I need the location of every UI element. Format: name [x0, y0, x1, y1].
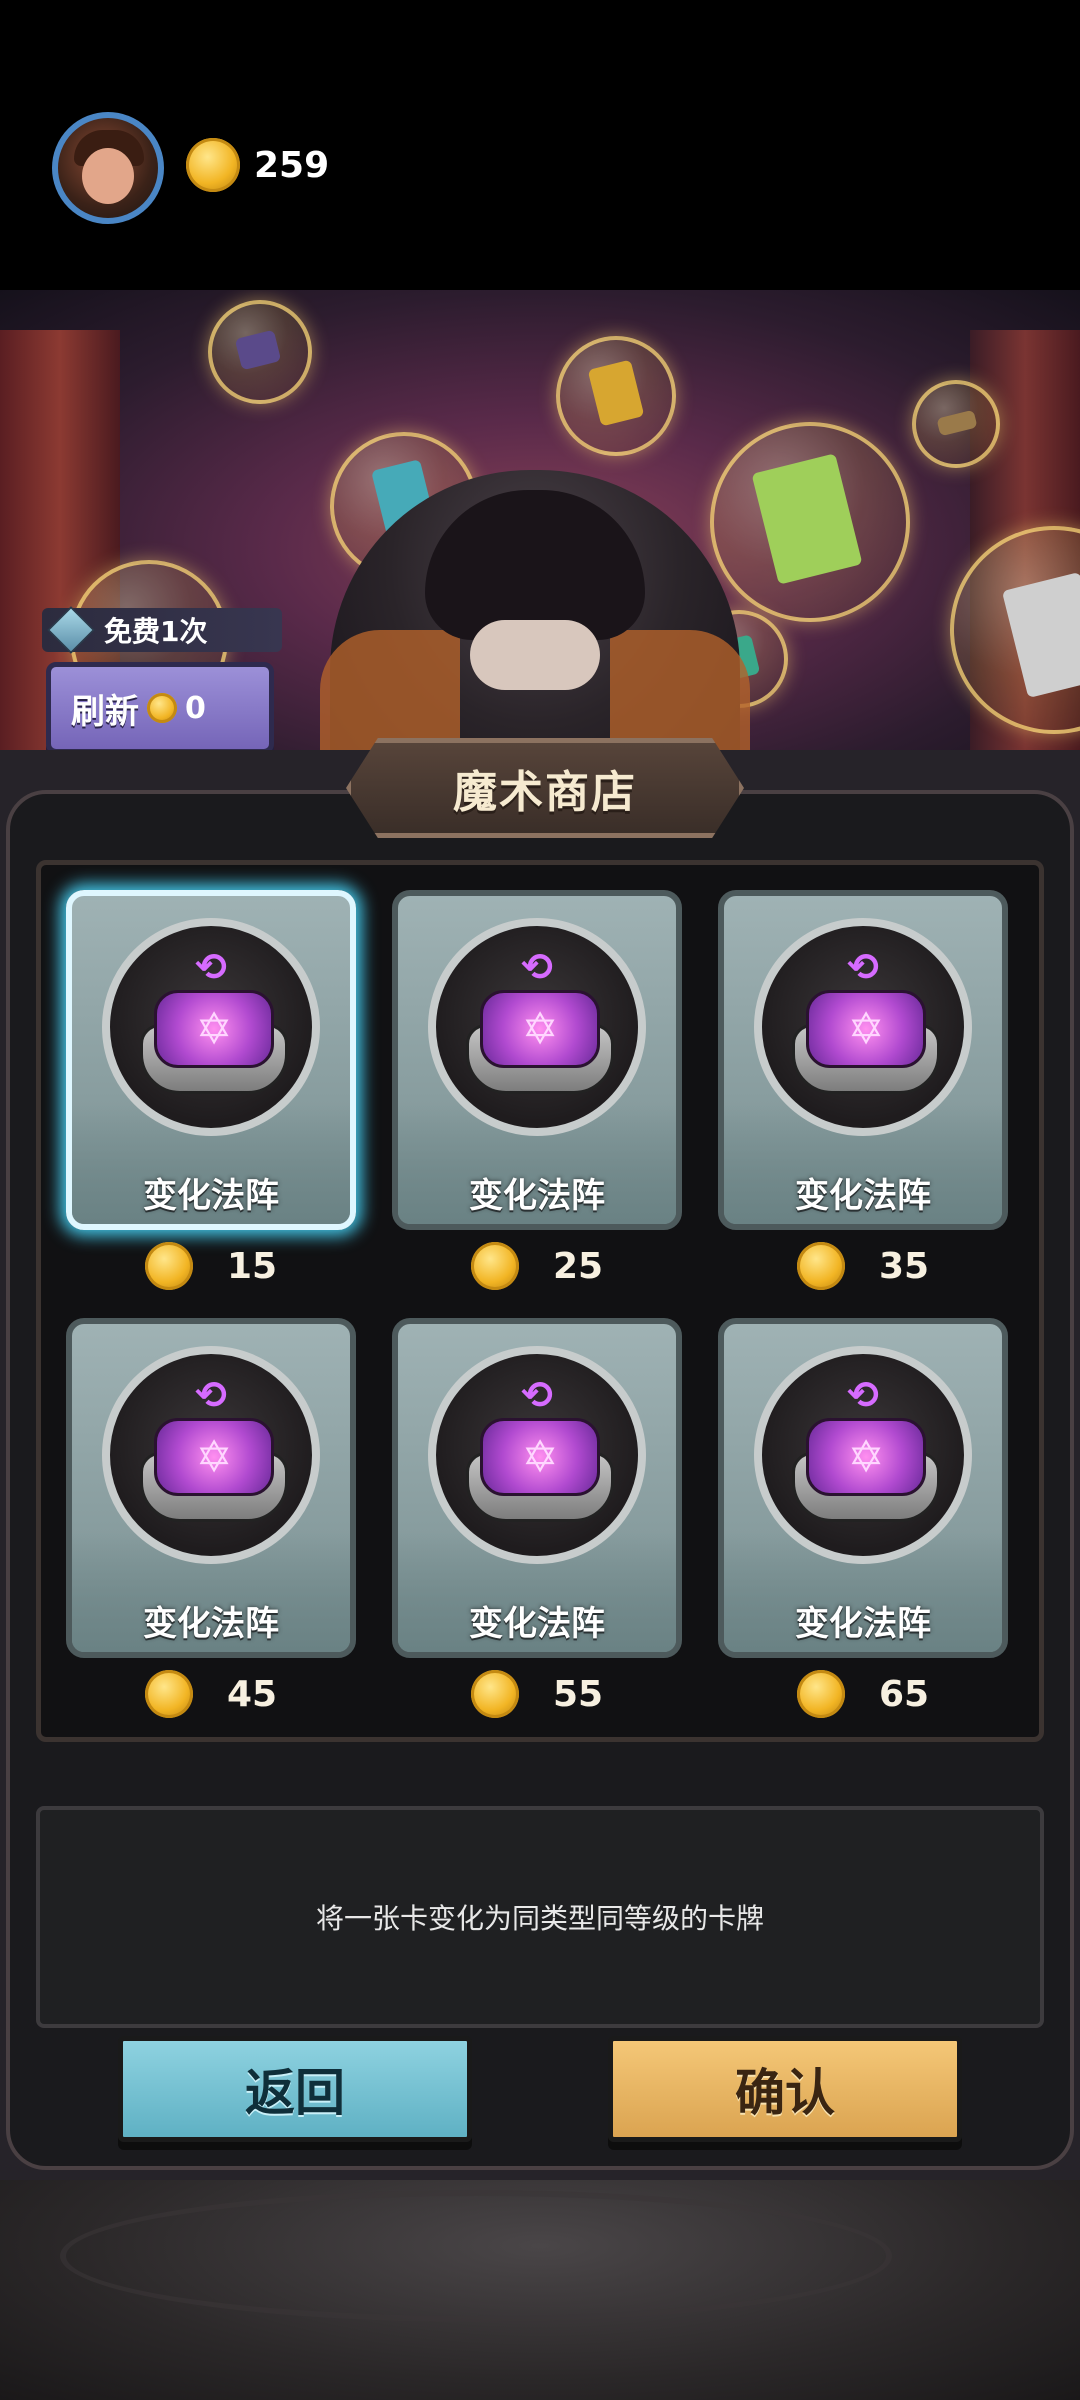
floor-ring [60, 2190, 892, 2322]
transform-circle-icon: ✡ ⟲ [102, 918, 320, 1136]
gold-coin-icon [470, 1242, 519, 1290]
item-price-amount: 55 [552, 1673, 604, 1715]
gold-counter: 259 [186, 138, 329, 192]
item-name: 变化法阵 [143, 1604, 279, 1644]
free-refresh-tag: 免费1次 [42, 606, 282, 654]
shop-item-card[interactable]: ✡ ⟲ 变化法阵 [66, 1318, 356, 1658]
item-name: 变化法阵 [469, 1604, 605, 1644]
card-frame: ✡ ⟲ 变化法阵 [392, 1318, 682, 1658]
gold-coin-icon [144, 1670, 193, 1718]
item-price: 35 [718, 1236, 1008, 1296]
transform-circle-icon: ✡ ⟲ [428, 1346, 646, 1564]
transform-circle-icon: ✡ ⟲ [428, 918, 646, 1136]
avatar-face [82, 148, 134, 204]
item-price: 15 [66, 1236, 356, 1296]
shop-item-card[interactable]: ✡ ⟲ 变化法阵 [718, 1318, 1008, 1658]
floating-card-bubble [556, 336, 676, 456]
floating-card-bubble [710, 422, 910, 622]
shop-title-banner: 魔术商店 [346, 738, 744, 838]
item-price: 65 [718, 1664, 1008, 1724]
refresh-label: 刷新 [71, 691, 139, 732]
gold-amount: 259 [254, 144, 330, 186]
item-price-amount: 65 [878, 1673, 930, 1715]
gold-coin-icon [147, 693, 177, 723]
item-price-amount: 45 [226, 1673, 278, 1715]
cube-icon [47, 606, 95, 654]
item-price-amount: 25 [552, 1245, 604, 1287]
item-price-amount: 15 [226, 1245, 278, 1287]
description-box: 将一张卡变化为同类型同等级的卡牌 [36, 1806, 1044, 2028]
top-bar [0, 0, 1080, 300]
item-price: 25 [392, 1236, 682, 1296]
gold-coin-icon [796, 1670, 845, 1718]
card-frame: ✡ ⟲ 变化法阵 [392, 890, 682, 1230]
player-avatar[interactable] [52, 112, 164, 224]
transform-circle-icon: ✡ ⟲ [754, 1346, 972, 1564]
item-name: 变化法阵 [795, 1176, 931, 1216]
gold-coin-icon [796, 1242, 845, 1290]
shop-title: 魔术商店 [453, 767, 637, 818]
floating-card-bubble [912, 380, 1000, 468]
refresh-button[interactable]: 刷新 0 [46, 662, 274, 754]
floating-card-bubble [208, 300, 312, 404]
item-price-amount: 35 [878, 1245, 930, 1287]
shop-item-card[interactable]: ✡ ⟲ 变化法阵 [392, 1318, 682, 1658]
refresh-cost: 0 [185, 690, 206, 726]
gold-coin-icon [144, 1242, 193, 1290]
shop-item-card[interactable]: ✡ ⟲ 变化法阵 [392, 890, 682, 1230]
gold-coin-icon [470, 1670, 519, 1718]
card-frame: ✡ ⟲ 变化法阵 [718, 1318, 1008, 1658]
back-button[interactable]: 返回 [118, 2036, 472, 2142]
item-name: 变化法阵 [795, 1604, 931, 1644]
card-frame: ✡ ⟲ 变化法阵 [66, 1318, 356, 1658]
transform-circle-icon: ✡ ⟲ [754, 918, 972, 1136]
gold-coin-icon [186, 138, 240, 192]
confirm-button[interactable]: 确认 [608, 2036, 962, 2142]
card-frame: ✡ ⟲ 变化法阵 [66, 890, 356, 1230]
shop-item-card[interactable]: ✡ ⟲ 变化法阵 [718, 890, 1008, 1230]
item-name: 变化法阵 [469, 1176, 605, 1216]
item-price: 45 [66, 1664, 356, 1724]
card-frame: ✡ ⟲ 变化法阵 [718, 890, 1008, 1230]
item-description: 将一张卡变化为同类型同等级的卡牌 [315, 1902, 764, 1935]
item-price: 55 [392, 1664, 682, 1724]
shop-item-card[interactable]: ✡ ⟲ 变化法阵 [66, 890, 356, 1230]
transform-circle-icon: ✡ ⟲ [102, 1346, 320, 1564]
free-refresh-label: 免费1次 [104, 615, 208, 648]
item-name: 变化法阵 [143, 1176, 279, 1216]
